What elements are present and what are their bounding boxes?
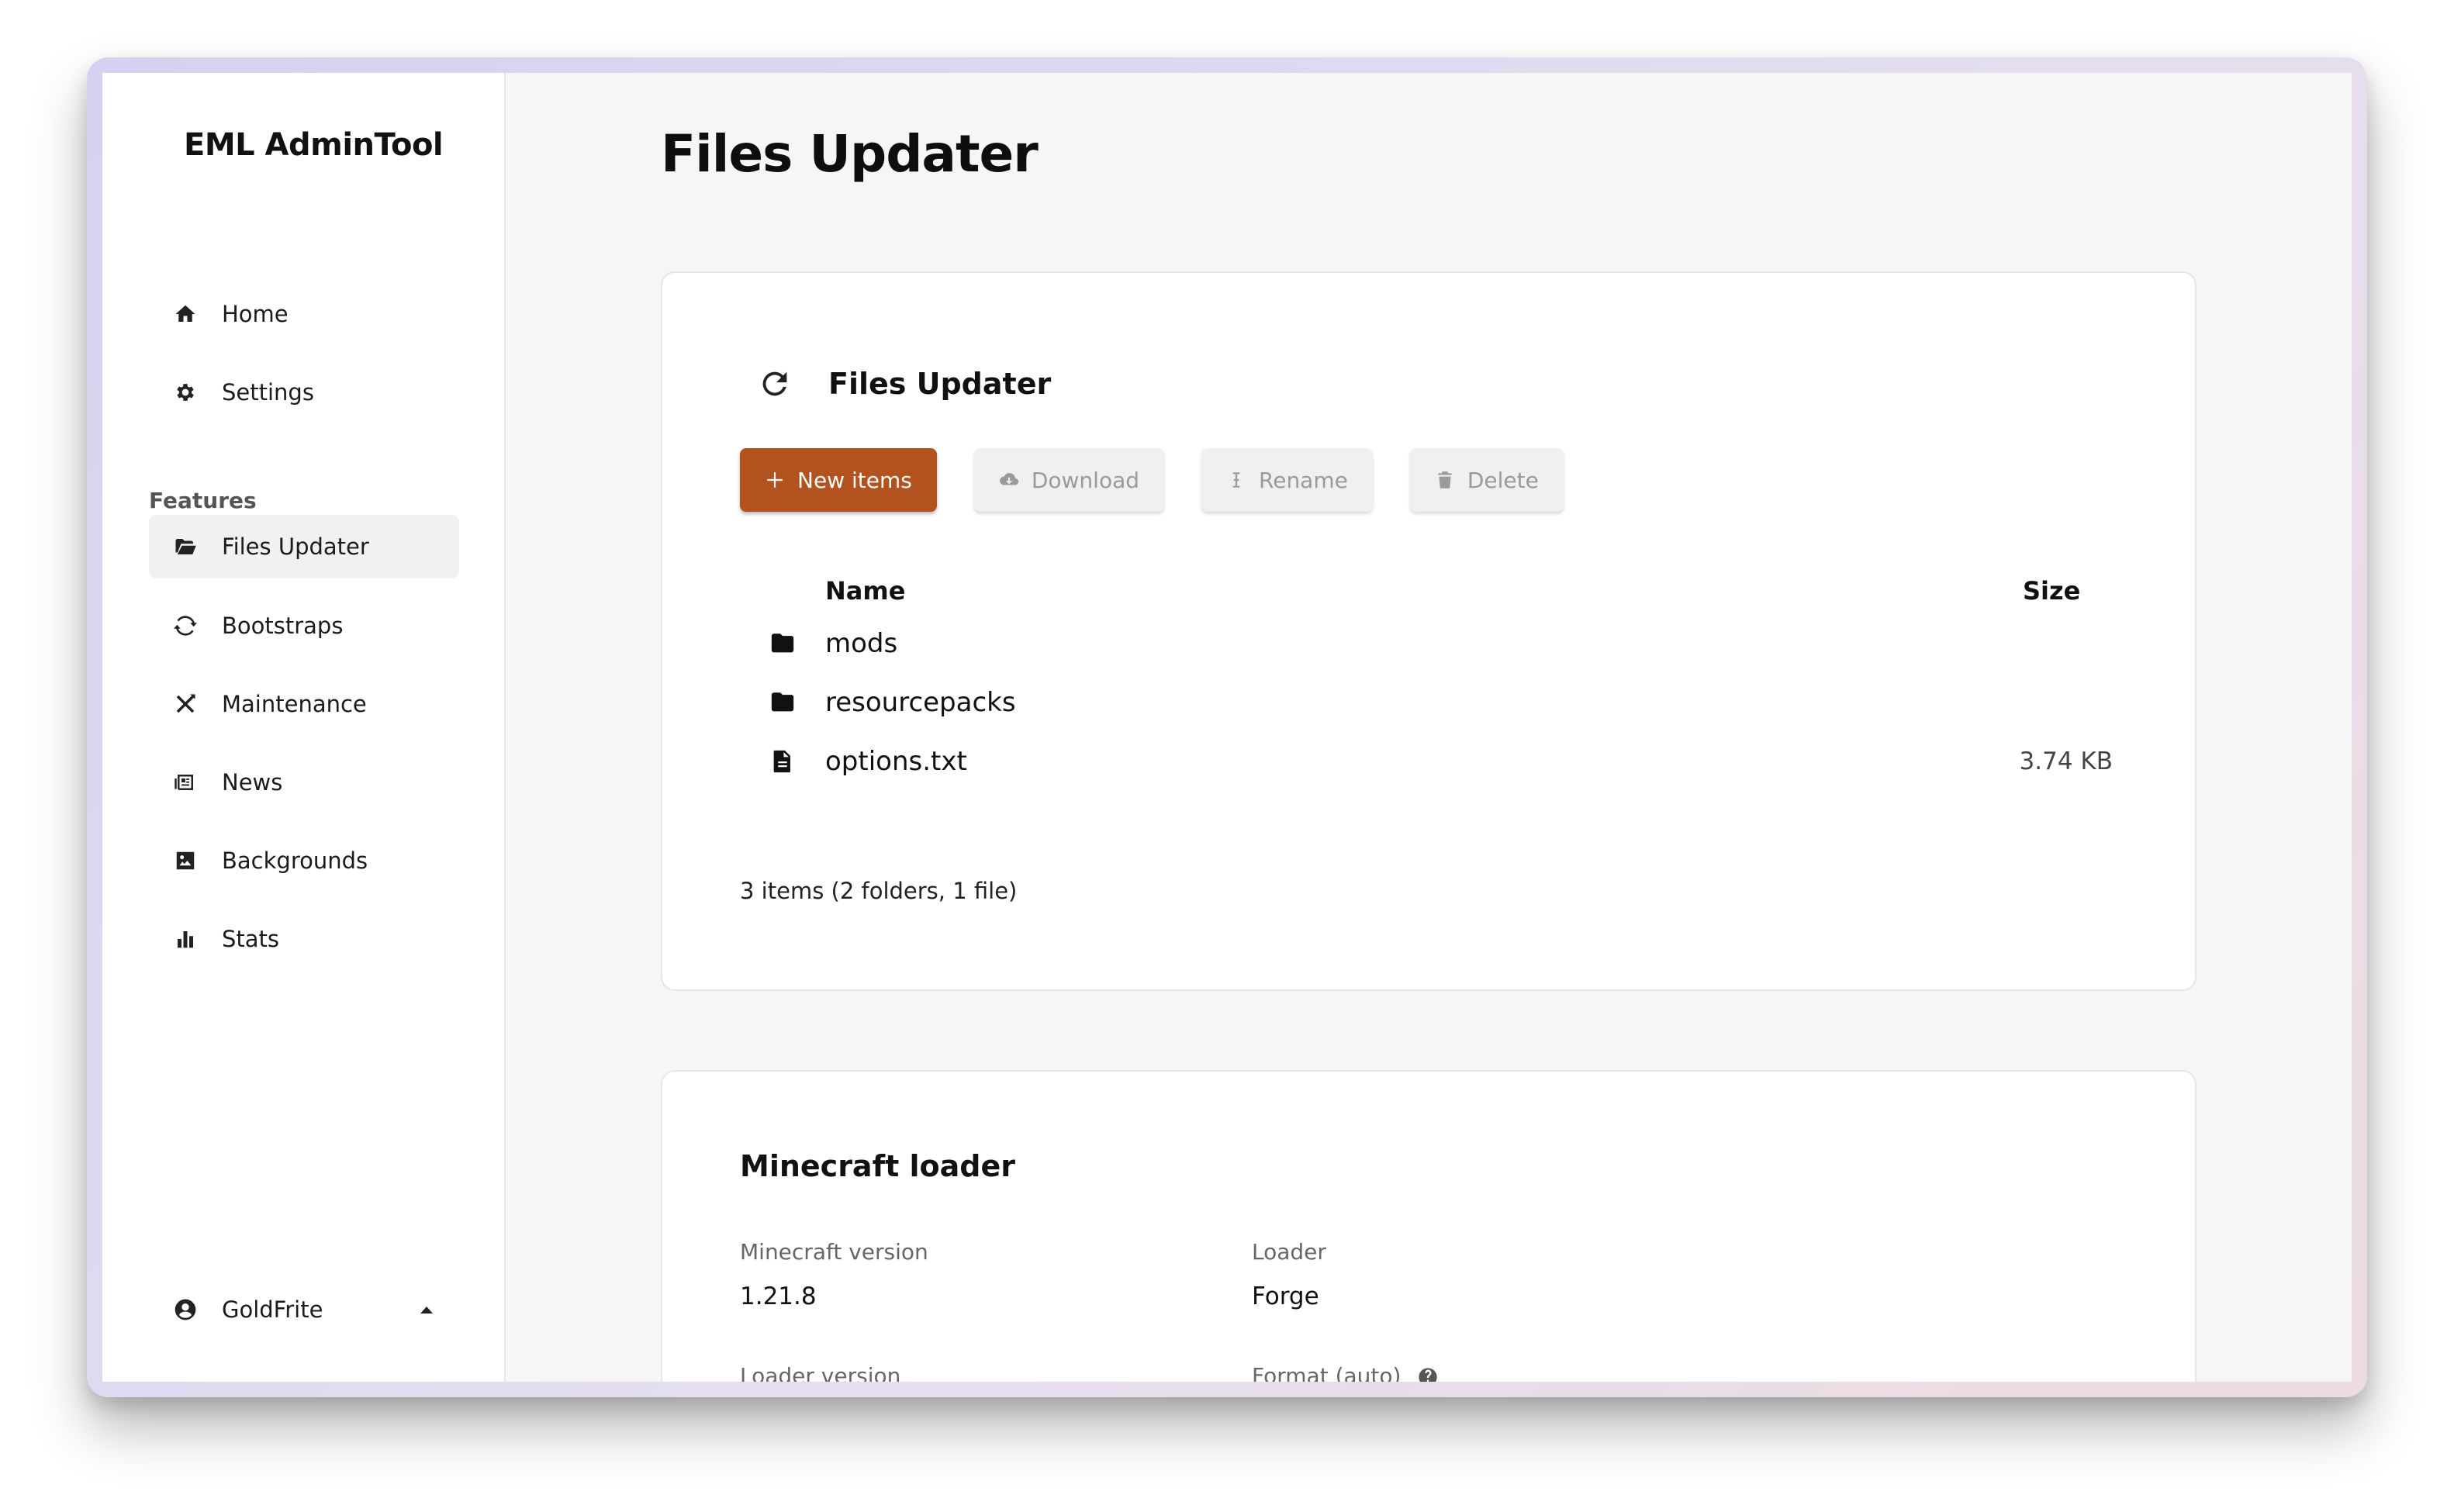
sidebar-section-label: Features [149, 488, 257, 513]
sidebar-item-label: Maintenance [222, 691, 367, 717]
tools-icon [172, 691, 199, 717]
loader-version-label: Loader version [740, 1363, 901, 1382]
column-header-name[interactable]: Name [825, 576, 1927, 606]
newspaper-icon [172, 769, 199, 796]
minecraft-version-value: 1.21.8 [740, 1282, 817, 1310]
rename-label: Rename [1259, 467, 1348, 493]
home-icon [172, 301, 199, 327]
download-label: Download [1031, 467, 1140, 493]
sidebar-item-stats[interactable]: Stats [149, 907, 459, 971]
user-circle-icon [172, 1296, 199, 1323]
table-row[interactable]: resourcepacks [740, 673, 2120, 732]
caret-up-icon[interactable] [417, 1300, 436, 1319]
app-brand: EML AdminTool [184, 127, 444, 163]
sidebar-item-label: Bootstraps [222, 613, 344, 639]
table-row[interactable]: mods [740, 614, 2120, 673]
files-updater-card: Files Updater New items Download Rename [661, 271, 2197, 991]
minecraft-version-label: Minecraft version [740, 1239, 928, 1265]
column-header-size[interactable]: Size [1927, 576, 2120, 606]
image-icon [172, 847, 199, 874]
sidebar-item-label: Backgrounds [222, 847, 368, 874]
table-header: Name Size [740, 568, 2120, 614]
page-title: Files Updater [661, 124, 1039, 184]
card-header: Files Updater [755, 364, 1051, 403]
app-window: EML AdminTool Home Settings Features Fil… [102, 73, 2352, 1382]
sidebar-item-label: Settings [222, 379, 314, 406]
delete-button[interactable]: Delete [1409, 448, 1564, 512]
text-cursor-icon [1232, 472, 1240, 488]
card-title: Files Updater [828, 367, 1052, 401]
user-menu[interactable]: GoldFrite [149, 1279, 459, 1341]
folder-open-icon [172, 533, 199, 560]
format-label-wrap: Format (auto) [1252, 1363, 1439, 1382]
file-icon [740, 748, 825, 775]
items-summary: 3 items (2 folders, 1 file) [740, 878, 1018, 904]
sidebar-item-files-updater[interactable]: Files Updater [149, 515, 459, 578]
file-name: resourcepacks [825, 687, 1016, 718]
new-items-label: New items [797, 467, 912, 493]
minecraft-loader-card: Minecraft loader Minecraft version 1.21.… [661, 1070, 2197, 1382]
user-name: GoldFrite [222, 1296, 323, 1323]
sidebar-item-news[interactable]: News [149, 751, 459, 814]
folder-icon [740, 630, 825, 657]
sidebar-item-label: Home [222, 301, 289, 327]
download-button[interactable]: Download [973, 448, 1165, 512]
sidebar-item-label: News [222, 769, 283, 796]
file-name: options.txt [825, 746, 967, 777]
loader-value: Forge [1252, 1282, 1319, 1310]
file-toolbar: New items Download Rename Delete [740, 448, 1601, 512]
cloud-download-icon [999, 473, 1018, 485]
card-title: Minecraft loader [740, 1149, 1015, 1183]
format-label: Format (auto) [1252, 1363, 1402, 1382]
sidebar-item-maintenance[interactable]: Maintenance [149, 672, 459, 736]
file-name: mods [825, 628, 898, 659]
loader-label: Loader [1252, 1239, 1326, 1265]
plus-icon [767, 472, 783, 488]
sync-icon [172, 613, 199, 639]
help-icon[interactable] [1417, 1366, 1439, 1382]
trash-icon [1438, 471, 1452, 488]
sidebar-item-bootstraps[interactable]: Bootstraps [149, 594, 459, 658]
table-row[interactable]: options.txt 3.74 KB [740, 732, 2120, 791]
window-frame: EML AdminTool Home Settings Features Fil… [87, 57, 2367, 1397]
sidebar-item-settings[interactable]: Settings [149, 361, 459, 424]
sidebar-item-backgrounds[interactable]: Backgrounds [149, 829, 459, 892]
sidebar-item-home[interactable]: Home [149, 282, 459, 346]
file-size: 3.74 KB [2019, 747, 2113, 775]
delete-label: Delete [1467, 467, 1539, 493]
rename-button[interactable]: Rename [1201, 448, 1373, 512]
bar-chart-icon [172, 926, 199, 952]
new-items-button[interactable]: New items [740, 448, 937, 512]
sidebar-item-label: Stats [222, 926, 280, 952]
sidebar-item-label: Files Updater [222, 533, 369, 560]
files-table: Name Size mods resourcepacks options.txt… [740, 568, 2120, 791]
gear-icon [172, 379, 199, 406]
refresh-icon[interactable] [755, 364, 794, 403]
sidebar: EML AdminTool Home Settings Features Fil… [102, 73, 506, 1382]
folder-icon [740, 689, 825, 716]
